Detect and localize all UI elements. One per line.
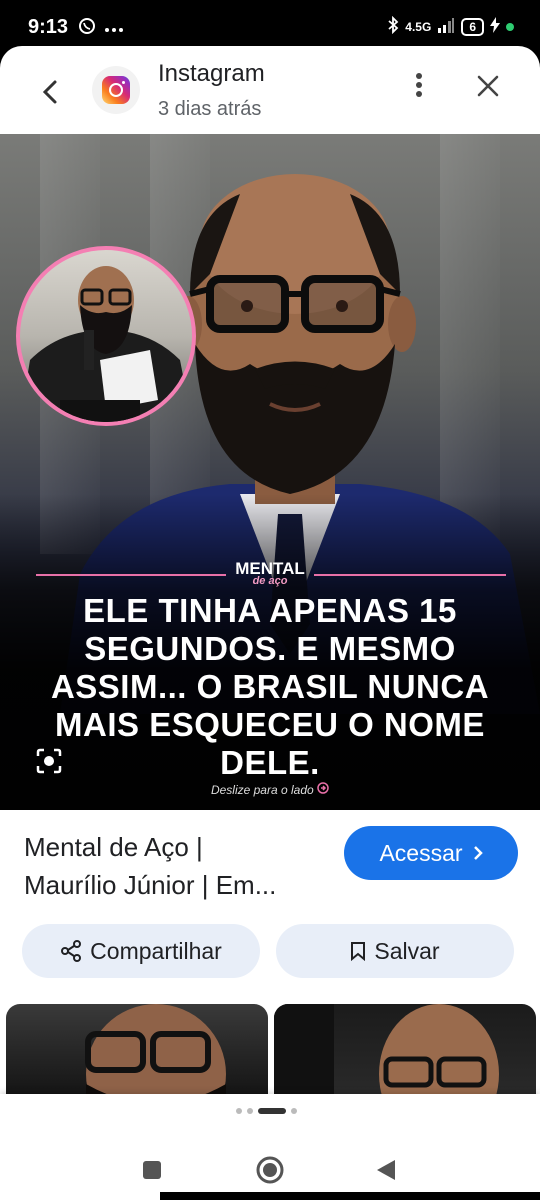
related-image-thumb[interactable]	[274, 1004, 536, 1104]
brand-logo: MENTAL de aço	[235, 559, 305, 587]
privacy-dot	[506, 22, 514, 31]
visit-button[interactable]: Acessar	[344, 826, 518, 880]
image-viewer-sheet: Instagram 3 dias atrás MENTAL de aço ELE…	[0, 46, 540, 1200]
related-image-thumb[interactable]	[6, 1004, 268, 1104]
close-icon	[477, 75, 499, 97]
chevron-right-icon	[473, 846, 483, 860]
inset-photo-circle	[16, 246, 196, 426]
home-indicator	[160, 1192, 540, 1200]
back-button[interactable]	[30, 72, 70, 112]
lens-button[interactable]	[32, 744, 66, 778]
whatsapp-icon	[78, 17, 96, 40]
status-time: 9:13	[28, 16, 69, 38]
speaker-illustration	[20, 266, 192, 422]
square-icon	[143, 1161, 161, 1179]
close-button[interactable]	[470, 68, 506, 104]
share-icon	[61, 940, 82, 962]
sheet-header: Instagram 3 dias atrás	[0, 46, 540, 134]
source-title: Instagram	[158, 60, 265, 87]
battery-icon: 6	[461, 17, 484, 36]
back-icon	[42, 80, 57, 104]
recents-button[interactable]	[132, 1150, 172, 1190]
arrow-circle-icon	[317, 782, 329, 797]
source-date: 3 dias atrás	[158, 98, 262, 120]
home-button[interactable]	[250, 1150, 290, 1190]
signal-icon	[437, 17, 455, 36]
page-indicator	[236, 1108, 297, 1114]
back-triangle-icon	[377, 1160, 395, 1180]
home-icon	[256, 1156, 284, 1184]
share-button[interactable]: Compartilhar	[22, 924, 260, 978]
preview-image[interactable]: MENTAL de aço ELE TINHA APENAS 15 SEGUND…	[0, 134, 540, 810]
save-button[interactable]: Salvar	[276, 924, 514, 978]
headline: ELE TINHA APENAS 15 SEGUNDOS. E MESMO AS…	[50, 592, 490, 781]
instagram-icon	[92, 66, 140, 114]
network-label: 4.5G	[405, 19, 432, 34]
more-icon	[104, 20, 124, 38]
back-nav-button[interactable]	[366, 1150, 406, 1190]
divider-right	[314, 574, 506, 576]
charging-icon	[490, 17, 500, 36]
bookmark-icon	[351, 942, 366, 961]
swipe-hint: Deslize para o lado	[0, 782, 540, 797]
lens-icon	[36, 748, 62, 774]
bluetooth-icon	[387, 15, 399, 37]
more-vert-icon	[416, 73, 422, 97]
result-title[interactable]: Mental de Aço | Maurílio Júnior | Em...	[24, 828, 334, 904]
divider-left	[36, 574, 226, 576]
more-options-button[interactable]	[402, 68, 436, 102]
